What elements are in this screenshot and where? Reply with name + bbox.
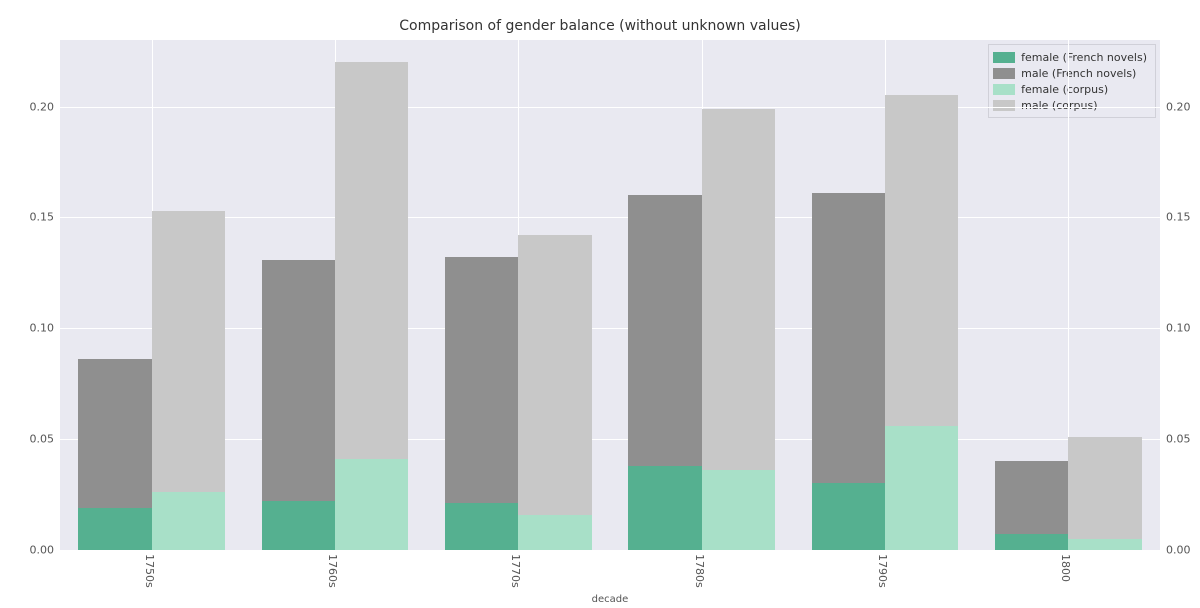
legend-item: male (French novels) — [993, 65, 1147, 81]
ytick-right: 0.10 — [1166, 322, 1191, 335]
legend-label: female (corpus) — [1021, 83, 1108, 96]
bar-female-french-novels- — [78, 508, 151, 550]
xtick-label: 1800 — [1059, 554, 1072, 582]
legend-swatch — [993, 84, 1015, 95]
gridline-h — [60, 328, 1160, 329]
legend-swatch — [993, 68, 1015, 79]
ytick-right: 0.20 — [1166, 100, 1191, 113]
gridline-h — [60, 107, 1160, 108]
ytick-left: 0.05 — [4, 433, 54, 446]
legend-label: female (French novels) — [1021, 51, 1147, 64]
gridline-h — [60, 550, 1160, 551]
legend-swatch — [993, 52, 1015, 63]
bar-female-french-novels- — [628, 466, 701, 550]
bar-female-corpus- — [152, 492, 225, 550]
ytick-left: 0.15 — [4, 211, 54, 224]
bar-female-french-novels- — [995, 534, 1068, 550]
ytick-left: 0.10 — [4, 322, 54, 335]
bar-female-french-novels- — [262, 501, 335, 550]
xtick-label: 1780s — [693, 554, 706, 588]
ytick-left: 0.00 — [4, 544, 54, 557]
bar-female-corpus- — [1068, 539, 1141, 550]
legend-label: male (corpus) — [1021, 99, 1097, 112]
xtick-label: 1750s — [143, 554, 156, 588]
chart-container: Comparison of gender balance (without un… — [0, 0, 1200, 608]
bar-female-french-novels- — [445, 503, 518, 550]
bar-female-corpus- — [702, 470, 775, 550]
gridline-h — [60, 439, 1160, 440]
bar-female-corpus- — [335, 459, 408, 550]
legend-item: female (French novels) — [993, 49, 1147, 65]
bar-female-corpus- — [885, 426, 958, 550]
legend-item: female (corpus) — [993, 81, 1147, 97]
bar-male-corpus- — [1068, 437, 1141, 550]
ytick-right: 0.00 — [1166, 544, 1191, 557]
x-axis-label: decade — [60, 594, 1160, 605]
plot-area: female (French novels) male (French novel… — [60, 40, 1160, 550]
ytick-right: 0.15 — [1166, 211, 1191, 224]
xtick-label: 1770s — [509, 554, 522, 588]
bar-female-french-novels- — [812, 483, 885, 550]
legend-label: male (French novels) — [1021, 67, 1136, 80]
legend-swatch — [993, 100, 1015, 111]
xtick-label: 1760s — [326, 554, 339, 588]
chart-title: Comparison of gender balance (without un… — [0, 18, 1200, 34]
ytick-right: 0.05 — [1166, 433, 1191, 446]
ytick-left: 0.20 — [4, 100, 54, 113]
legend-item: male (corpus) — [993, 97, 1147, 113]
gridline-h — [60, 217, 1160, 218]
xtick-label: 1790s — [876, 554, 889, 588]
bar-female-corpus- — [518, 515, 591, 550]
bar-male-corpus- — [518, 235, 591, 550]
